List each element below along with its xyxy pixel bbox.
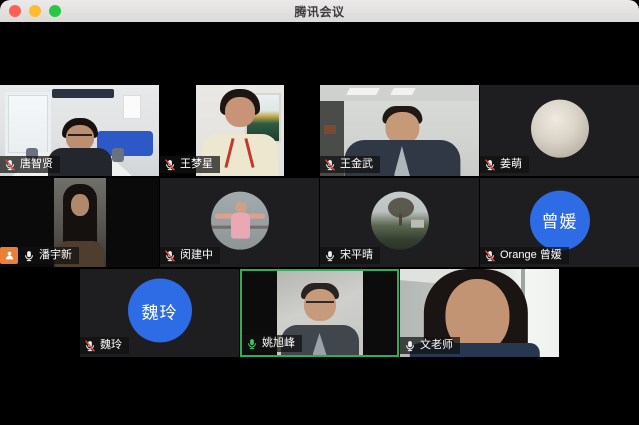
scene-shape xyxy=(324,125,336,134)
participant-nameplate: 姜萌 xyxy=(480,156,529,173)
microphone-on-icon xyxy=(404,340,416,352)
participant-tile-wenlaoshi[interactable]: 文老师 xyxy=(400,269,559,357)
avatar-initials: 魏玲 xyxy=(142,298,178,323)
video-grid: 唐智贤 xyxy=(0,85,639,359)
microphone-on-icon xyxy=(324,250,336,262)
scene-shape xyxy=(231,212,250,238)
microphone-on-icon xyxy=(23,250,35,262)
participant-tile-songpingqing[interactable]: 宋平晴 xyxy=(320,178,479,267)
profile-photo-avatar xyxy=(371,191,429,249)
participant-tile-wangjinwu[interactable]: 王金武 xyxy=(320,85,479,176)
scene-shape xyxy=(71,194,89,216)
scene-shape xyxy=(68,134,92,141)
host-person-badge-icon xyxy=(0,247,18,264)
microphone-muted-icon xyxy=(164,159,176,171)
participant-name: 魏玲 xyxy=(100,339,122,352)
scene-glasses-shape xyxy=(306,301,334,309)
participant-nameplate: 宋平晴 xyxy=(320,247,380,264)
scene-shape xyxy=(123,95,141,119)
participant-nameplate: 王梦星 xyxy=(160,156,220,173)
window-title: 腾讯会议 xyxy=(0,3,639,20)
participant-tile-weiling[interactable]: 魏玲 魏玲 xyxy=(80,269,239,357)
microphone-muted-icon xyxy=(324,159,336,171)
meeting-stage: 唐智贤 xyxy=(0,22,639,425)
initials-avatar: 魏玲 xyxy=(128,278,192,342)
participant-name: 闵建中 xyxy=(180,249,213,262)
participant-tile-minjianzhong[interactable]: 闵建中 xyxy=(160,178,319,267)
participant-nameplate: 王金武 xyxy=(320,156,380,173)
participant-tile-wangmengxing[interactable]: 王梦星 xyxy=(160,85,319,176)
fullscreen-button[interactable] xyxy=(49,5,61,17)
microphone-muted-icon xyxy=(84,340,96,352)
participant-nameplate: 潘宇新 xyxy=(0,247,79,264)
microphone-muted-icon xyxy=(484,159,496,171)
participant-tile-zengyuan[interactable]: 曾媛 Orange 曾媛 xyxy=(480,178,639,267)
participant-tile-panyuxin[interactable]: 潘宇新 xyxy=(0,178,159,267)
grid-row-1: 唐智贤 xyxy=(0,85,639,176)
participant-tile-yaoxufeng-active-speaker[interactable]: 姚旭峰 xyxy=(240,269,399,357)
participant-nameplate: Orange 曾媛 xyxy=(480,247,569,264)
scene-light-shape xyxy=(346,88,380,95)
participant-nameplate: 魏玲 xyxy=(80,337,129,354)
grid-row-3: 魏玲 魏玲 xyxy=(0,269,639,357)
participant-name: 潘宇新 xyxy=(39,249,72,262)
participant-name: 王金武 xyxy=(340,158,373,171)
participant-name: 王梦星 xyxy=(180,158,213,171)
microphone-muted-icon xyxy=(164,250,176,262)
initials-avatar: 曾媛 xyxy=(530,190,590,250)
scene-shape xyxy=(225,97,255,127)
participant-name: 宋平晴 xyxy=(340,249,373,262)
profile-photo-avatar xyxy=(211,191,269,249)
participant-name: 文老师 xyxy=(420,339,453,352)
participant-tile-tangzhixian[interactable]: 唐智贤 xyxy=(0,85,159,176)
microphone-speaking-icon xyxy=(246,338,258,350)
window-titlebar[interactable]: 腾讯会议 xyxy=(0,0,639,23)
participant-tile-jiangmeng[interactable]: 姜萌 xyxy=(480,85,639,176)
close-button[interactable] xyxy=(9,5,21,17)
meeting-window: 腾讯会议 xyxy=(0,0,639,425)
participant-nameplate: 唐智贤 xyxy=(0,156,60,173)
scene-tree-shape xyxy=(399,213,402,225)
profile-photo-avatar xyxy=(531,99,589,157)
participant-nameplate: 姚旭峰 xyxy=(242,335,302,352)
microphone-muted-icon xyxy=(484,250,496,262)
participant-name: 姜萌 xyxy=(500,158,522,171)
participant-name: 姚旭峰 xyxy=(262,337,295,350)
avatar-initials: 曾媛 xyxy=(542,208,578,233)
participant-nameplate: 闵建中 xyxy=(160,247,220,264)
scene-light-shape xyxy=(390,88,416,95)
participant-name: Orange 曾媛 xyxy=(500,249,562,262)
participant-nameplate: 文老师 xyxy=(400,337,460,354)
scene-shape xyxy=(411,219,424,227)
scene-shape xyxy=(52,89,114,98)
microphone-muted-icon xyxy=(4,159,16,171)
traffic-lights xyxy=(9,0,61,22)
grid-row-2: 潘宇新 闵建中 xyxy=(0,178,639,267)
minimize-button[interactable] xyxy=(29,5,41,17)
participant-name: 唐智贤 xyxy=(20,158,53,171)
